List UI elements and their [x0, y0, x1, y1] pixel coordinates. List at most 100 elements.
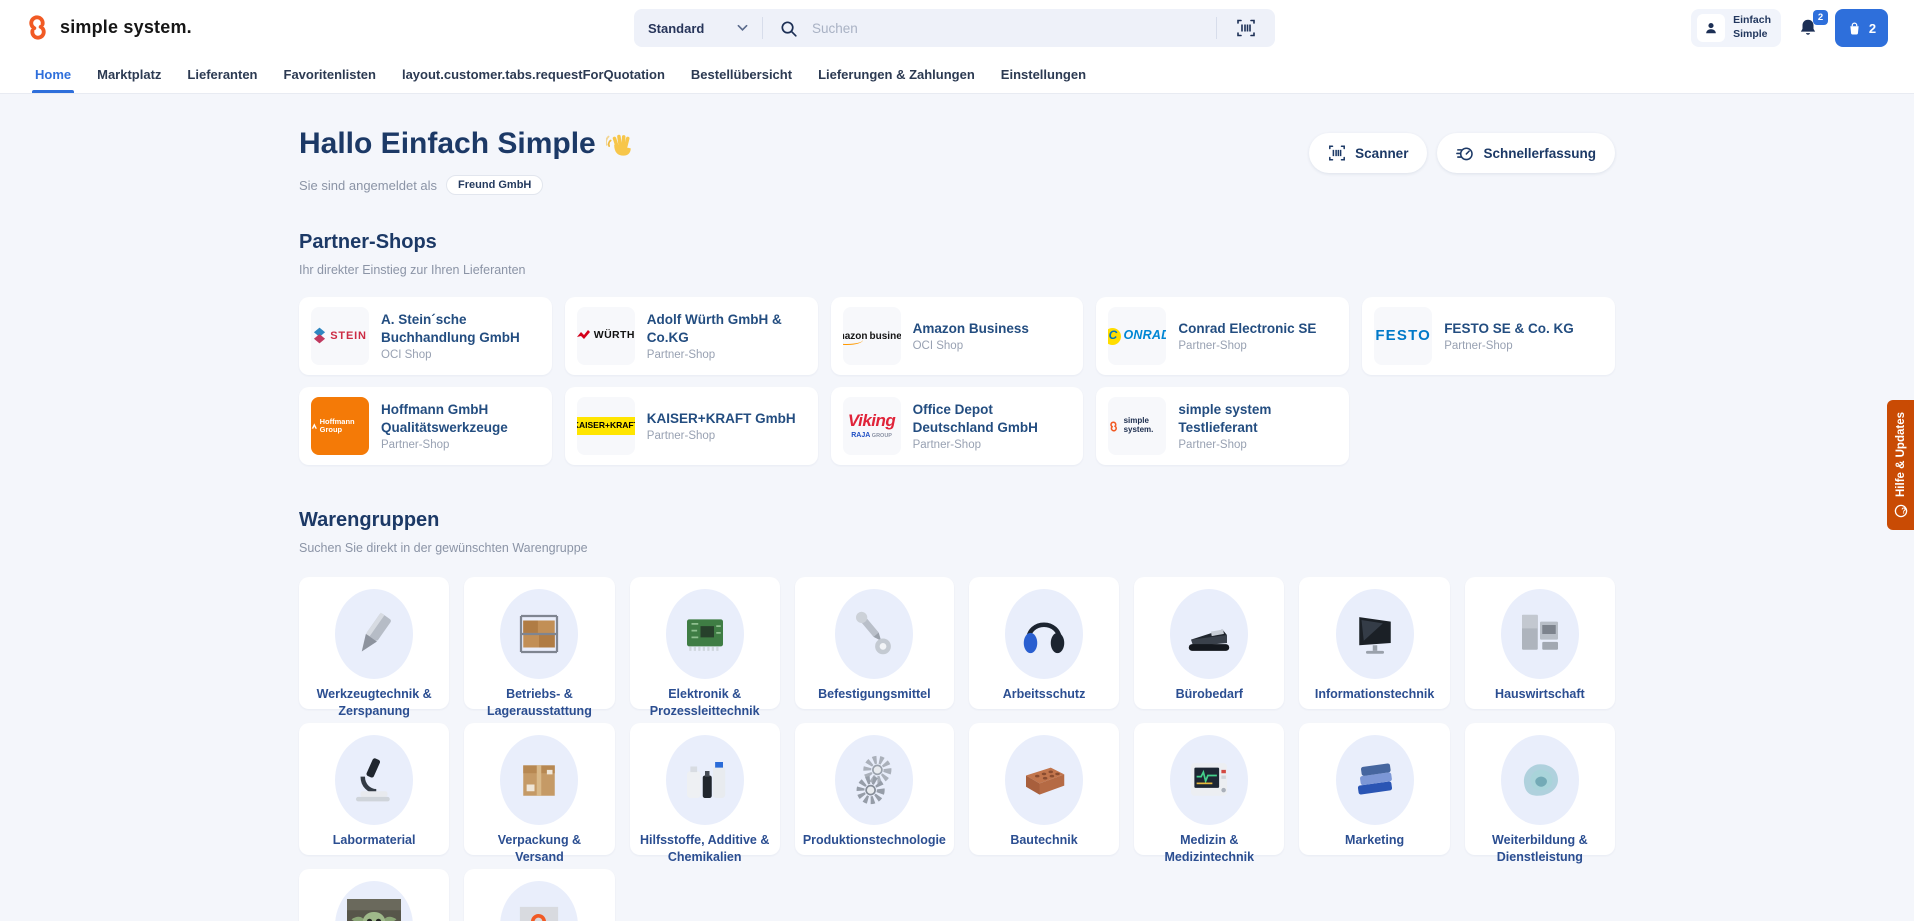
scanner-button[interactable]: Scanner: [1309, 133, 1428, 173]
category-card-werkzeugtechnik-zerspanung[interactable]: Werkzeugtechnik & Zerspanung: [299, 577, 450, 718]
partner-card-conrad-electronic-se[interactable]: C ONRAD Conrad Electronic SE Partner-Shop: [1096, 297, 1350, 375]
notifications-badge: 2: [1813, 10, 1828, 25]
search-scope-value: Standard: [648, 20, 705, 36]
tab-favoritenlisten[interactable]: Favoritenlisten: [271, 56, 389, 93]
hero-actions: Scanner Schnellerfassung: [1309, 133, 1615, 173]
cart-icon: [1847, 21, 1862, 36]
screws-image: [835, 589, 914, 679]
category-card-medizin-medizintechnik[interactable]: Medizin & Medizintechnik: [1134, 723, 1285, 864]
help-updates-tab[interactable]: ? Hilfe & Updates: [1887, 400, 1914, 530]
partner-name: FESTO SE & Co. KG: [1444, 320, 1574, 336]
partner-card-kaiser-kraft-gmbh[interactable]: KAISER+KRAFT KAISER+KRAFT GmbH Partner-Sho…: [564, 387, 818, 465]
header-right-group: Einfach Simple 2 2: [1691, 8, 1888, 48]
app-logo[interactable]: simple system.: [24, 14, 192, 41]
nav-tabs: Home Marktplatz Lieferanten Favoritenlisten…: [0, 56, 1914, 94]
tab-home[interactable]: Home: [22, 56, 84, 93]
company-badge: Freund GmbH: [446, 175, 544, 195]
notifications-button[interactable]: 2: [1795, 10, 1828, 43]
category-card-weiterbildung-dienstleistung[interactable]: Weiterbildung & Dienstleistung: [1464, 723, 1615, 864]
drill-bit-image: [335, 589, 414, 679]
wuerth-logo: WÜRTH: [576, 307, 635, 365]
storage-crate-image: [500, 589, 579, 679]
main-content: Hallo Einfach Simple Sie sind angemeldet…: [0, 94, 1914, 921]
search-icon: [779, 19, 798, 38]
category-card-hauswirtschaft[interactable]: Hauswirtschaft: [1464, 577, 1615, 709]
svg-text:?: ?: [1901, 507, 1906, 516]
partner-name: Office Depot Deutschland GmbH: [912, 401, 1038, 435]
category-card-arbeitsschutz[interactable]: Arbeitsschutz: [968, 577, 1120, 709]
simple-system-logo-image: [500, 881, 579, 921]
partner-card-hoffmann-gmbh-qualitätswerkzeuge[interactable]: Hoffmann Group Hoffmann GmbH Qualitätswer…: [299, 387, 552, 465]
barcode-scan-button[interactable]: [1217, 9, 1275, 47]
top-header: simple system. Standard Einfach Simple: [0, 0, 1914, 56]
schnellerfassung-button[interactable]: Schnellerfassung: [1437, 133, 1615, 173]
partner-shop-type: OCI Shop: [381, 349, 432, 362]
tab-einstellungen[interactable]: Einstellungen: [988, 56, 1099, 93]
medical-monitor-image: [1170, 735, 1249, 825]
partner-card-text: Office Depot Deutschland GmbH Partner-Sho…: [913, 401, 1072, 452]
category-card-bürobedarf[interactable]: Bürobedarf: [1134, 577, 1285, 709]
category-card-grogu-photo[interactable]: [299, 869, 450, 921]
partner-shop-type: Partner-Shop: [912, 439, 981, 452]
search-input[interactable]: [802, 20, 1216, 36]
category-card-hilfsstoffe-additive-chemikalien[interactable]: Hilfsstoffe, Additive & Chemikalien: [629, 723, 780, 864]
category-card-produktionstechnologie[interactable]: Produktionstechnologie: [794, 723, 954, 855]
partner-card-text: Amazon Business OCI Shop: [913, 320, 1029, 353]
page-title: Hallo Einfach Simple: [299, 127, 634, 161]
logo-text: simple system.: [60, 17, 192, 37]
partner-name: Hoffmann GmbH Qualitätswerkzeuge: [381, 401, 508, 435]
tab-lieferanten[interactable]: Lieferanten: [174, 56, 270, 93]
partner-card-text: A. Stein´sche Buchhandlung GmbH OCI Shop: [381, 311, 540, 362]
divider: [762, 17, 763, 39]
partner-name: Amazon Business: [912, 320, 1029, 336]
partner-shop-type: Partner-Shop: [1178, 340, 1247, 353]
stapler-image: [1170, 589, 1249, 679]
category-label: Werkzeugtechnik & Zerspanung: [316, 687, 432, 718]
help-updates-inner: ? Hilfe & Updates: [1894, 412, 1908, 518]
search-scope-dropdown[interactable]: Standard: [634, 21, 762, 36]
category-label: Hauswirtschaft: [1495, 687, 1585, 701]
user-menu[interactable]: Einfach Simple: [1691, 9, 1781, 47]
brain-image: [1500, 735, 1579, 825]
category-card-verpackung-versand[interactable]: Verpackung & Versand: [464, 723, 615, 864]
category-label: Weiterbildung & Dienstleistung: [1492, 833, 1588, 864]
category-card-informationstechnik[interactable]: Informationstechnik: [1299, 577, 1450, 709]
partner-shops-subtitle: Ihr direkter Einstieg zur Ihren Lieferan…: [299, 263, 526, 277]
brick-image: [1005, 735, 1084, 825]
appliances-image: [1500, 589, 1579, 679]
tab-marktplatz[interactable]: Marktplatz: [84, 56, 174, 93]
product-groups-title: Warengruppen: [299, 509, 440, 531]
partner-card-festo-se-co-kg[interactable]: FESTO FESTO SE & Co. KG Partner-Shop: [1362, 297, 1615, 375]
category-card-betriebs-lagerausstattung[interactable]: Betriebs- & Lagerausstattung: [464, 577, 615, 718]
cart-button[interactable]: 2: [1835, 9, 1888, 47]
chevron-down-icon: [737, 24, 748, 32]
simple-system-logo: simple system.: [1108, 397, 1167, 455]
partner-shop-type: Partner-Shop: [1444, 340, 1513, 353]
category-card-marketing[interactable]: Marketing: [1299, 723, 1450, 855]
festo-logo: FESTO: [1374, 307, 1433, 365]
category-card-elektronik-prozessleittechnik[interactable]: Elektronik & Prozessleittechnik: [629, 577, 780, 718]
category-label: Medizin & Medizintechnik: [1164, 833, 1255, 864]
tab-layout-customer-tabs-requestforquotation[interactable]: layout.customer.tabs.requestForQuotation: [389, 56, 678, 93]
partner-card-amazon-business[interactable]: amazonbusiness Amazon Business OCI Shop: [830, 297, 1084, 375]
category-label: Betriebs- & Lagerausstattung: [486, 687, 592, 718]
partner-card-a-stein-sche-buchhandlung-gmbh[interactable]: STEIN A. Stein´sche Buchhandlung GmbH OCI …: [299, 297, 552, 375]
partner-card-office-depot-deutschland-gmbh[interactable]: Viking RAJA GROUP Office Depot Deutschland…: [830, 387, 1084, 465]
partner-card-adolf-würth-gmbh-co-kg[interactable]: WÜRTH Adolf Würth GmbH & Co.KG Partner-Sho…: [564, 297, 818, 375]
user-avatar-icon: [1697, 14, 1726, 42]
amazon-business-logo: amazonbusiness: [842, 307, 901, 365]
partner-name: A. Stein´sche Buchhandlung GmbH: [381, 311, 520, 345]
partner-card-simple-system-testlieferant[interactable]: simple system. simple system Testlieferan…: [1096, 387, 1350, 465]
simple-system-logo-icon: [24, 14, 51, 41]
partner-card-text: simple system Testlieferant Partner-Shop: [1178, 401, 1337, 452]
category-card-bautechnik[interactable]: Bautechnik: [968, 723, 1120, 855]
tab-bestellübersicht[interactable]: Bestellübersicht: [678, 56, 805, 93]
product-groups-subtitle: Suchen Sie direkt in der gewünschten War…: [299, 541, 588, 555]
category-card-befestigungsmittel[interactable]: Befestigungsmittel: [794, 577, 954, 709]
signed-in-text: Sie sind angemeldet als: [299, 177, 438, 193]
category-card-labormaterial[interactable]: Labormaterial: [299, 723, 450, 855]
category-card-simple-system-logo[interactable]: [464, 869, 615, 921]
partner-name: KAISER+KRAFT GmbH: [646, 410, 796, 426]
grogu-photo-image: [335, 881, 414, 921]
tab-lieferungen-zahlungen[interactable]: Lieferungen & Zahlungen: [805, 56, 988, 93]
